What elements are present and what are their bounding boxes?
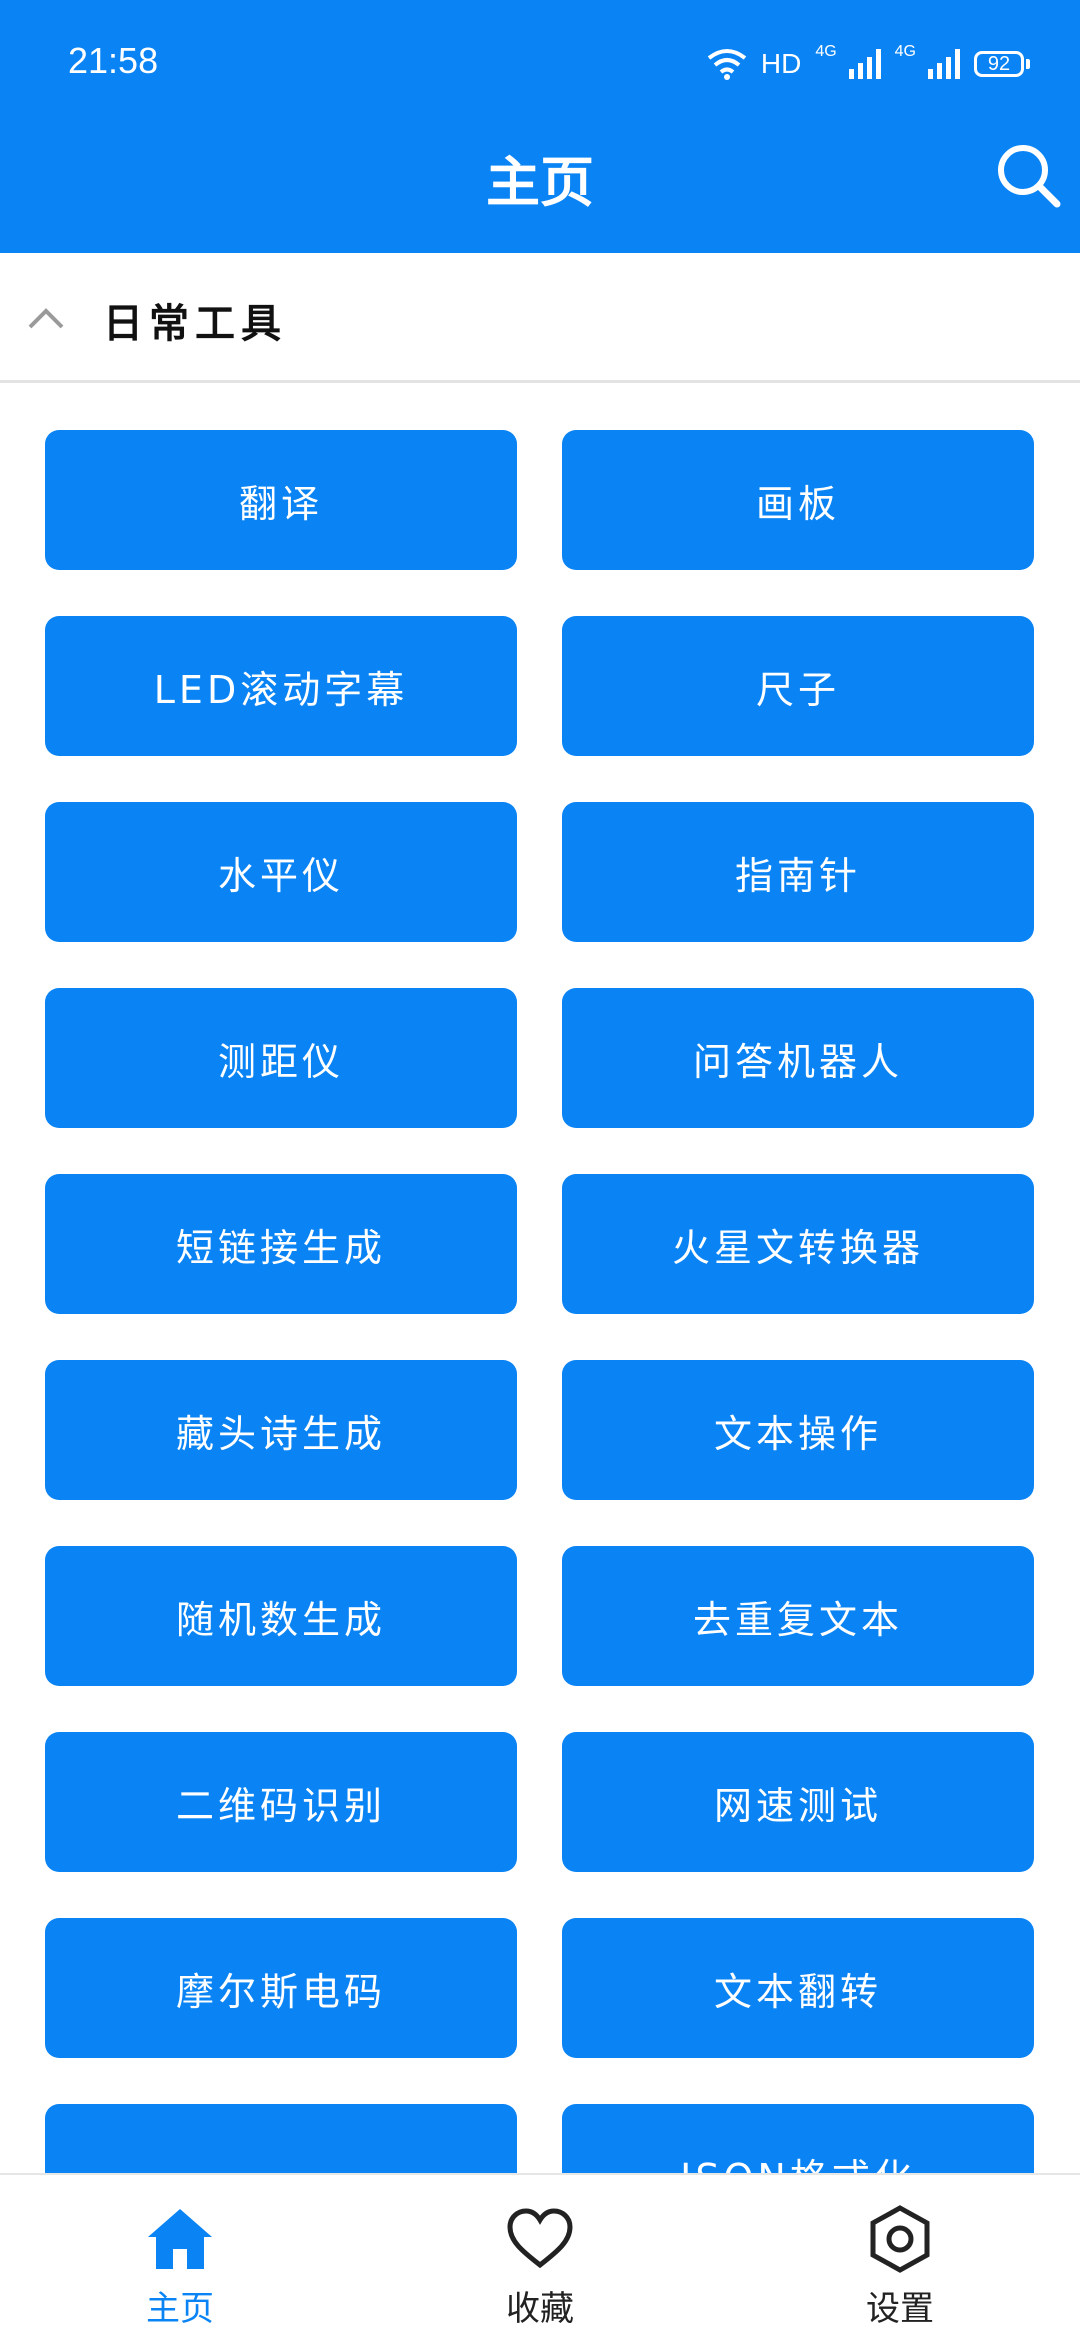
tool-button-short-link[interactable]: 短链接生成 bbox=[45, 1174, 517, 1314]
tool-button-drawing-board[interactable]: 画板 bbox=[562, 430, 1034, 570]
nav-label-home: 主页 bbox=[146, 2289, 214, 2329]
status-icons: HD 4G 4G 92 bbox=[707, 44, 1030, 84]
tool-button-morse-code[interactable]: 摩尔斯电码 bbox=[45, 1918, 517, 2058]
tool-button-ruler[interactable]: 尺子 bbox=[562, 616, 1034, 756]
tool-button-partial[interactable] bbox=[45, 2104, 517, 2173]
search-button[interactable] bbox=[993, 140, 1063, 210]
nav-label-settings: 设置 bbox=[866, 2289, 934, 2329]
wifi-icon bbox=[707, 49, 747, 80]
signal-2-icon bbox=[928, 49, 960, 79]
sim1-network-label: 4G bbox=[815, 43, 837, 60]
tool-button-qr-scan[interactable]: 二维码识别 bbox=[45, 1732, 517, 1872]
network-type-label: HD bbox=[760, 48, 802, 79]
nav-item-home[interactable]: 主页 bbox=[80, 2175, 280, 2342]
status-time: 21:58 bbox=[68, 40, 159, 81]
page-title: 主页 bbox=[486, 151, 594, 214]
tool-button-acrostic-poem[interactable]: 藏头诗生成 bbox=[45, 1360, 517, 1500]
bottom-nav: 主页 收藏 设置 bbox=[0, 2173, 1080, 2340]
search-icon bbox=[998, 145, 1061, 208]
tool-button-speed-test[interactable]: 网速测试 bbox=[562, 1732, 1034, 1872]
tool-button-text-operations[interactable]: 文本操作 bbox=[562, 1360, 1034, 1500]
nav-item-settings[interactable]: 设置 bbox=[800, 2175, 1000, 2342]
signal-1-icon bbox=[848, 49, 881, 79]
tools-grid: 翻译 画板 LED滚动字幕 尺子 水平仪 指南针 测距仪 问答机器人 短链接生成… bbox=[0, 383, 1080, 2173]
tool-button-dedupe-text[interactable]: 去重复文本 bbox=[562, 1546, 1034, 1686]
sim2-network-label: 4G bbox=[894, 43, 916, 60]
tool-button-json-format[interactable]: JSON格式化 bbox=[562, 2104, 1034, 2173]
tool-button-martian-text[interactable]: 火星文转换器 bbox=[562, 1174, 1034, 1314]
tool-button-qa-bot[interactable]: 问答机器人 bbox=[562, 988, 1034, 1128]
battery-icon: 92 bbox=[974, 51, 1030, 77]
section-header-daily-tools[interactable]: 日常工具 bbox=[0, 253, 1080, 383]
battery-level: 92 bbox=[974, 51, 1024, 77]
status-bar: 21:58 HD 4G 4G 92 bbox=[0, 0, 1080, 132]
tool-button-level[interactable]: 水平仪 bbox=[45, 802, 517, 942]
tool-button-compass[interactable]: 指南针 bbox=[562, 802, 1034, 942]
tool-button-rangefinder[interactable]: 测距仪 bbox=[45, 988, 517, 1128]
tool-button-random-number[interactable]: 随机数生成 bbox=[45, 1546, 517, 1686]
chevron-up-icon[interactable] bbox=[26, 303, 66, 333]
tool-button-translate[interactable]: 翻译 bbox=[45, 430, 517, 570]
tool-button-text-flip[interactable]: 文本翻转 bbox=[562, 1918, 1034, 2058]
tool-button-led-scroller[interactable]: LED滚动字幕 bbox=[45, 616, 517, 756]
nav-label-favorites: 收藏 bbox=[506, 2289, 574, 2329]
app-bar: 21:58 HD 4G 4G 92 主页 bbox=[0, 0, 1080, 253]
nav-item-favorites[interactable]: 收藏 bbox=[440, 2175, 640, 2342]
settings-icon bbox=[870, 2205, 930, 2273]
home-icon bbox=[148, 2209, 212, 2269]
heart-icon bbox=[507, 2208, 573, 2269]
section-title: 日常工具 bbox=[103, 301, 287, 347]
